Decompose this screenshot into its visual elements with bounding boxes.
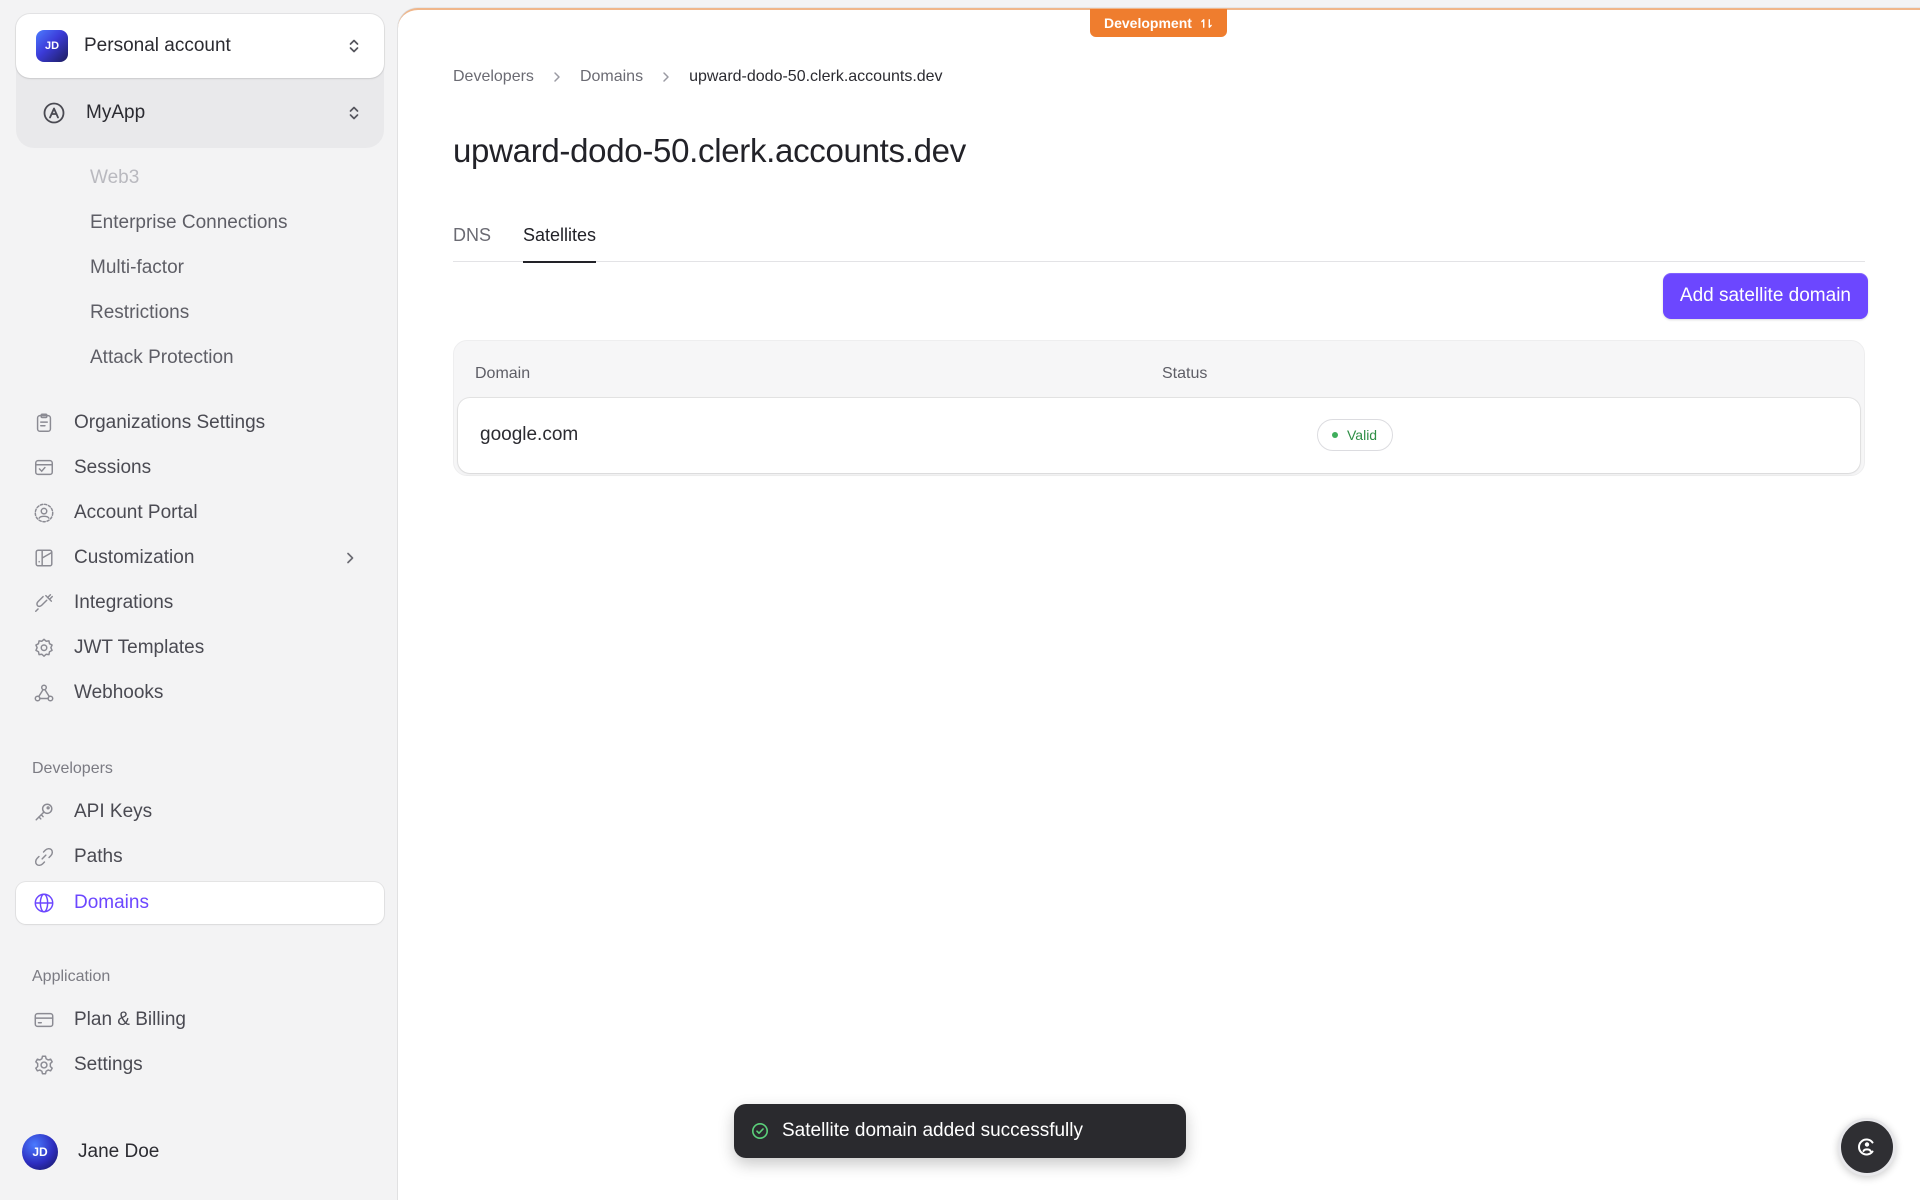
sidebar-item-label: Domains — [74, 892, 149, 913]
status-label: Valid — [1347, 427, 1378, 443]
sidebar-item-jwt-templates[interactable]: JWT Templates — [16, 627, 384, 669]
sidebar-item-webhooks[interactable]: Webhooks — [16, 672, 384, 714]
sidebar-subitem-restrictions[interactable]: Restrictions — [90, 298, 189, 328]
sidebar-item-account-portal[interactable]: Account Portal — [16, 492, 384, 534]
tab-bar: DNS Satellites — [453, 216, 1865, 263]
sidebar-subitem-attack-protection[interactable]: Attack Protection — [90, 343, 234, 373]
sidebar: MyApp JD Personal account Web3 Enterpris… — [0, 0, 398, 1200]
chevron-updown-icon — [349, 39, 359, 53]
page-title: upward-dodo-50.clerk.accounts.dev — [453, 132, 966, 169]
chevron-right-icon — [663, 72, 669, 82]
add-satellite-domain-button[interactable]: Add satellite domain — [1662, 273, 1868, 319]
section-label-application: Application — [32, 968, 111, 985]
sidebar-subitem-enterprise-connections[interactable]: Enterprise Connections — [90, 208, 288, 238]
link-icon — [32, 845, 56, 869]
table-row[interactable]: google.com Valid — [458, 398, 1860, 473]
user-menu[interactable]: JD Jane Doe — [22, 1134, 159, 1170]
breadcrumb-current: upward-dodo-50.clerk.accounts.dev — [689, 68, 943, 85]
chevron-right-icon — [554, 72, 560, 82]
status-dot-icon — [1332, 432, 1338, 438]
sidebar-item-label: Plan & Billing — [74, 1009, 186, 1030]
sidebar-item-api-keys[interactable]: API Keys — [16, 791, 384, 833]
app-switcher-label: MyApp — [86, 102, 146, 123]
column-header-domain: Domain — [475, 365, 531, 382]
section-label-developers: Developers — [32, 760, 113, 777]
sidebar-item-label: Paths — [74, 846, 123, 867]
account-portal-icon — [32, 501, 56, 525]
sidebar-item-label: Organizations Settings — [74, 412, 266, 433]
breadcrumb: Developers Domains upward-dodo-50.clerk.… — [453, 68, 943, 86]
key-icon — [32, 800, 56, 824]
credit-card-icon — [32, 1008, 56, 1032]
sidebar-item-sessions[interactable]: Sessions — [16, 447, 384, 489]
sidebar-item-label: Account Portal — [74, 502, 198, 523]
app-root: MyApp JD Personal account Web3 Enterpris… — [0, 0, 1920, 1200]
sidebar-item-label: Settings — [74, 1054, 143, 1075]
account-switcher[interactable]: JD Personal account — [16, 14, 384, 78]
sidebar-item-paths[interactable]: Paths — [16, 836, 384, 878]
sidebar-item-label: Sessions — [74, 457, 152, 478]
environment-badge[interactable]: Development — [1090, 9, 1227, 37]
breadcrumb-domains[interactable]: Domains — [580, 68, 643, 86]
domain-cell: google.com — [480, 424, 579, 445]
chevron-updown-icon — [349, 106, 359, 120]
tab-satellites[interactable]: Satellites — [523, 216, 597, 263]
tab-dns[interactable]: DNS — [453, 216, 491, 262]
status-badge: Valid — [1317, 419, 1394, 451]
sidebar-subitem-multi-factor[interactable]: Multi-factor — [90, 253, 184, 283]
user-name: Jane Doe — [78, 1141, 160, 1162]
sidebar-item-organizations-settings[interactable]: Organizations Settings — [16, 402, 384, 444]
sidebar-item-label: JWT Templates — [74, 637, 205, 658]
badge-icon — [32, 636, 56, 660]
gear-icon — [32, 1053, 56, 1077]
sidebar-item-label: Customization — [74, 547, 195, 568]
sidebar-item-settings[interactable]: Settings — [16, 1044, 384, 1086]
clipboard-icon — [32, 411, 56, 435]
sidebar-item-plan-billing[interactable]: Plan & Billing — [16, 999, 384, 1041]
app-logo-icon — [42, 101, 66, 125]
sidebar-item-label: Webhooks — [74, 682, 164, 703]
sidebar-subitem-web3[interactable]: Web3 — [90, 163, 139, 193]
help-button[interactable] — [1838, 1118, 1896, 1176]
customization-icon — [32, 546, 56, 570]
sessions-icon — [32, 456, 56, 480]
environment-badge-label: Development — [1104, 15, 1192, 31]
main-panel: Development Developers Domains upward-do… — [398, 8, 1920, 1200]
sidebar-item-label: Integrations — [74, 592, 174, 613]
satellites-table: Domain Status google.com Valid — [453, 340, 1865, 476]
chevron-right-icon — [347, 552, 354, 564]
breadcrumb-developers[interactable]: Developers — [453, 68, 534, 86]
sidebar-item-label: API Keys — [74, 801, 153, 822]
account-switcher-label: Personal account — [84, 35, 231, 56]
sidebar-item-customization[interactable]: Customization — [16, 537, 384, 579]
column-header-status: Status — [1162, 365, 1208, 382]
account-avatar: JD — [36, 30, 68, 62]
support-icon — [1858, 1138, 1874, 1156]
toast-notification: Satellite domain added successfully — [734, 1104, 1186, 1158]
avatar: JD — [22, 1134, 58, 1170]
toast-message: Satellite domain added successfully — [782, 1120, 1084, 1141]
sidebar-item-integrations[interactable]: Integrations — [16, 582, 384, 624]
webhook-icon — [32, 681, 56, 705]
sidebar-item-domains[interactable]: Domains — [16, 882, 384, 924]
swap-icon — [1201, 18, 1212, 28]
globe-icon — [32, 891, 56, 915]
plug-icon — [32, 591, 56, 615]
check-circle-icon — [752, 1123, 768, 1139]
